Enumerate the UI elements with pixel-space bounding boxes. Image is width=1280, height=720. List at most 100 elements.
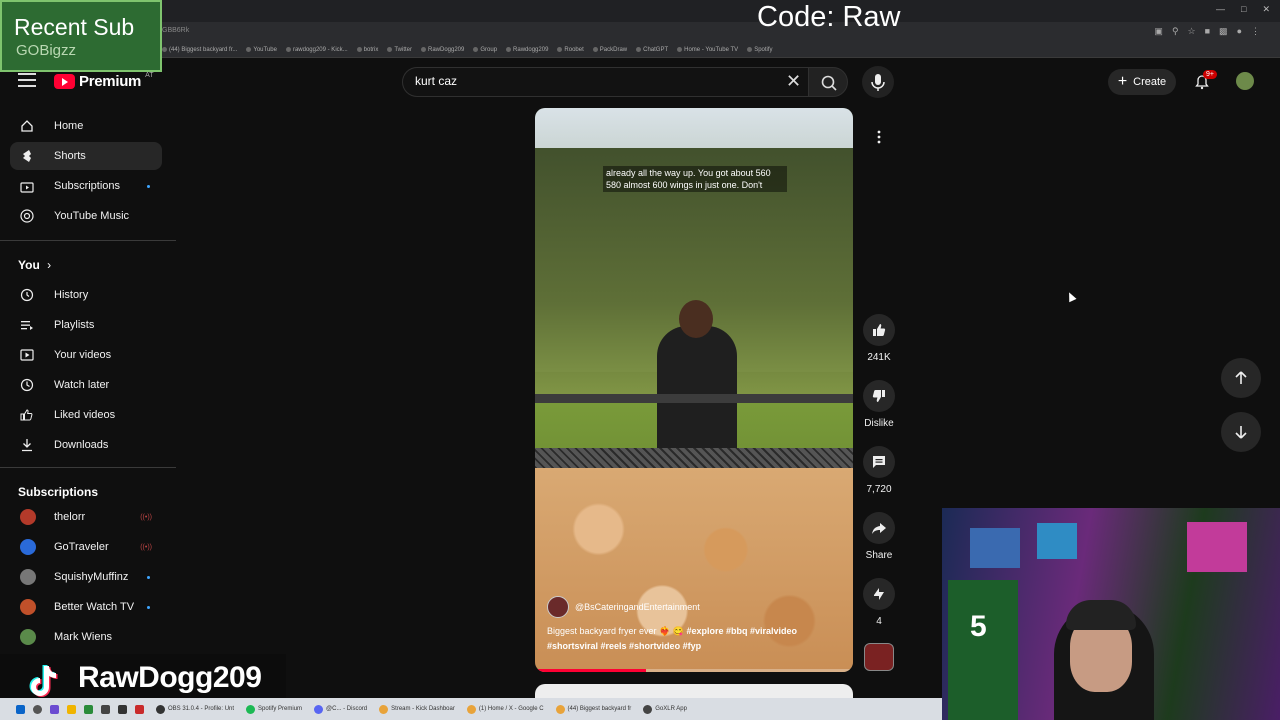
bookmark-favicon-icon xyxy=(421,47,426,52)
bookmark-favicon-icon xyxy=(557,47,563,52)
search-button[interactable] xyxy=(808,67,848,97)
sidebar-item-youtube-music[interactable]: YouTube Music xyxy=(10,202,162,230)
sidebar-item-playlists[interactable]: Playlists xyxy=(10,311,162,339)
next-short-preview[interactable] xyxy=(535,684,853,698)
channel-handle[interactable]: @BsCateringandEntertainment xyxy=(575,602,700,612)
bookmark-label: ChatGPT xyxy=(643,46,669,53)
search-box[interactable]: ✕ xyxy=(402,67,808,97)
app-icon[interactable] xyxy=(84,704,93,714)
bookmark-item[interactable]: PackDraw xyxy=(592,47,627,53)
short-video-player[interactable]: already all the way up. You got about 56… xyxy=(535,108,853,672)
taskbar-app-label: OBS 31.0.4 - Profile: Unt xyxy=(168,706,235,712)
taskbar-app[interactable]: Spotify Premium xyxy=(246,704,303,714)
video-progress-bar[interactable] xyxy=(535,669,853,672)
bookmark-item[interactable]: Rawdogg209 xyxy=(506,47,548,53)
bookmark-item[interactable]: (44) Biggest backyard fr... xyxy=(162,47,237,53)
clear-search-icon[interactable]: ✕ xyxy=(786,71,801,92)
sidebar-item-home[interactable]: Home xyxy=(10,112,162,140)
sidebar-subscriptions-heading: Subscriptions xyxy=(18,485,99,499)
create-button[interactable]: + Create xyxy=(1108,69,1176,95)
restore-icon[interactable]: □ xyxy=(1241,4,1246,15)
puzzle-icon[interactable]: ▩ xyxy=(1219,26,1228,37)
bookmark-favicon-icon xyxy=(506,47,512,52)
desc-text: Biggest backyard fryer ever ❤️‍🔥 😋 xyxy=(547,626,687,636)
explorer-icon[interactable] xyxy=(67,704,76,714)
zoom-icon[interactable]: ⚲ xyxy=(1172,26,1179,37)
sidebar-divider xyxy=(0,240,176,241)
share-button[interactable] xyxy=(863,512,895,544)
more-options-button[interactable] xyxy=(864,122,894,152)
address-bar[interactable]: GBB6Rk ▣ ⚲ ☆ ■ ▩ ● ⋮ xyxy=(0,22,1280,42)
profile-icon[interactable]: ● xyxy=(1237,26,1242,37)
next-short-button[interactable] xyxy=(1221,412,1261,452)
sidebar-item-your-videos[interactable]: Your videos xyxy=(10,341,162,369)
sidebar-item-liked-videos[interactable]: Liked videos xyxy=(10,401,162,429)
account-avatar[interactable] xyxy=(1236,72,1254,90)
bookmark-item[interactable]: botrix xyxy=(356,47,378,53)
taskbar-app[interactable]: Stream - Kick Dashboar xyxy=(379,704,455,714)
comments-button[interactable] xyxy=(863,446,895,478)
recent-sub-name: GOBigzz xyxy=(16,42,77,59)
kebab-icon[interactable]: ⋮ xyxy=(1251,26,1260,37)
star-icon[interactable]: ☆ xyxy=(1188,26,1196,37)
desc-tags-1[interactable]: #explore #bbq #viralvideo xyxy=(686,626,797,636)
bookmark-item[interactable]: Roobet xyxy=(557,47,584,53)
youtube-logo[interactable]: Premium AT xyxy=(54,72,154,90)
sidebar-subscription-item[interactable]: thelorr ((•)) xyxy=(10,503,162,531)
window-controls[interactable]: — □ ✕ xyxy=(1216,4,1270,15)
bookmark-item[interactable]: YouTube xyxy=(246,47,277,53)
remix-button[interactable] xyxy=(863,578,895,610)
sidebar-item-history[interactable]: History xyxy=(10,281,162,309)
short-channel[interactable]: @BsCateringandEntertainment xyxy=(547,596,700,618)
bookmark-item[interactable]: Home - YouTube TV xyxy=(677,47,738,53)
app-icon[interactable] xyxy=(135,704,144,714)
sidebar-subscription-item[interactable]: SquishyMuffinz xyxy=(10,563,162,591)
windows-start-icon[interactable] xyxy=(16,704,25,714)
taskbar-search-icon[interactable] xyxy=(33,704,42,714)
minimize-icon[interactable]: — xyxy=(1216,4,1225,15)
bookmark-item[interactable]: RawDogg209 xyxy=(421,47,464,53)
taskbar-app[interactable]: (44) Biggest backyard fr xyxy=(555,704,631,714)
bookmark-item[interactable]: Spotify xyxy=(747,47,773,53)
taskbar-app[interactable]: (1) Home / X - Google C xyxy=(466,704,544,714)
recent-sub-overlay: Recent Sub GOBigzz xyxy=(0,0,162,72)
bookmark-item[interactable]: Group xyxy=(473,47,497,53)
webcam-arcade-screen xyxy=(970,528,1020,568)
taskbar-app[interactable]: @C... - Discord xyxy=(314,704,367,714)
taskbar-app[interactable]: OBS 31.0.4 - Profile: Unt xyxy=(156,704,235,714)
close-icon[interactable]: ✕ xyxy=(1262,4,1270,15)
channel-avatar xyxy=(20,539,36,555)
video-person-head xyxy=(679,300,713,338)
menu-icon[interactable] xyxy=(18,73,36,87)
taskbar-app-label: Spotify Premium xyxy=(258,706,303,712)
desc-tags-2[interactable]: #shortsviral #reels #shortvideo #fyp xyxy=(547,641,701,651)
sidebar-item-downloads[interactable]: Downloads xyxy=(10,431,162,459)
video-fryer-bar xyxy=(535,394,853,403)
arrow-down-icon xyxy=(1235,426,1247,439)
dislike-button[interactable] xyxy=(863,380,895,412)
sidebar-subscription-item[interactable]: Mark Wiens xyxy=(10,623,162,651)
sidebar-item-watch-later[interactable]: Watch later xyxy=(10,371,162,399)
bookmark-item[interactable]: Twitter xyxy=(387,47,412,53)
extension-icon[interactable]: ■ xyxy=(1205,26,1210,37)
short-description[interactable]: Biggest backyard fryer ever ❤️‍🔥 😋 #expl… xyxy=(547,624,847,654)
sidebar-you-heading[interactable]: You › xyxy=(18,258,51,272)
teams-icon[interactable] xyxy=(50,704,59,714)
sound-thumbnail[interactable] xyxy=(864,643,894,671)
search-input[interactable] xyxy=(415,74,775,88)
sidebar-subscription-item[interactable]: GoTraveler ((•)) xyxy=(10,533,162,561)
bookmark-item[interactable]: ChatGPT xyxy=(636,47,668,53)
like-button[interactable] xyxy=(863,314,895,346)
previous-short-button[interactable] xyxy=(1221,358,1261,398)
sidebar-item-subscriptions[interactable]: Subscriptions xyxy=(10,172,162,200)
bookmark-item[interactable]: rawdogg209 - Kick... xyxy=(285,47,348,53)
url-text[interactable]: GBB6Rk xyxy=(162,27,189,34)
voice-search-button[interactable] xyxy=(862,66,894,98)
app-icon[interactable] xyxy=(101,704,110,714)
channel-avatar[interactable] xyxy=(547,596,569,618)
sidebar-subscription-item[interactable]: Better Watch TV xyxy=(10,593,162,621)
app-icon[interactable] xyxy=(118,704,127,714)
sidebar-item-shorts[interactable]: Shorts xyxy=(10,142,162,170)
install-icon[interactable]: ▣ xyxy=(1154,26,1163,37)
taskbar-app[interactable]: GoXLR App xyxy=(643,704,687,714)
